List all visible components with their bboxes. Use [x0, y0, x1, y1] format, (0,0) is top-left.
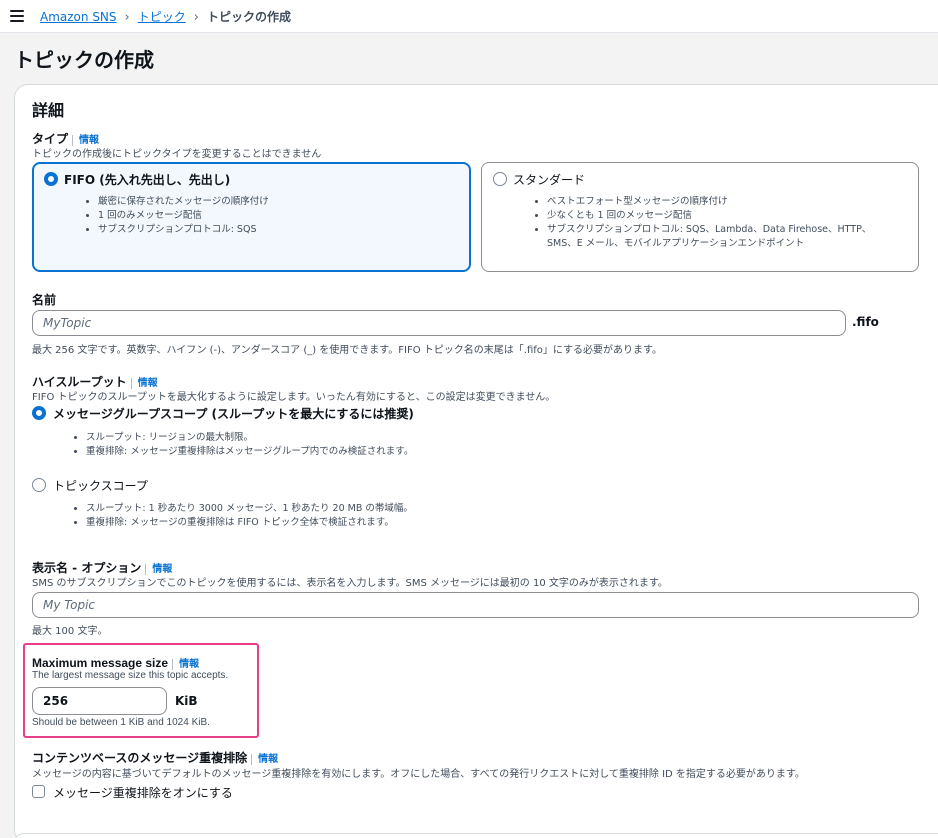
name-hint: 最大 256 文字です。英数字、ハイフン (-)、アンダースコア (_) を使用…: [32, 345, 663, 356]
group-scope-label[interactable]: メッセージグループスコープ (スループットを最大にするには推奨): [53, 405, 414, 422]
group-scope-radio[interactable]: [32, 406, 46, 420]
max-size-hint: Should be between 1 KiB and 1024 KiB.: [32, 717, 210, 728]
list-item: 厳密に保存されたメッセージの順序付け: [98, 195, 269, 209]
throughput-label: ハイスループット: [32, 375, 127, 389]
max-size-unit: KiB: [175, 694, 198, 708]
list-item: サブスクリプションプロトコル: SQS: [98, 223, 269, 237]
menu-icon[interactable]: [10, 10, 24, 22]
display-name-label: 表示名 - オプション: [32, 561, 142, 575]
group-scope-list: スループット: リージョンの最大制限。 重複排除: メッセージ重複排除はメッセー…: [74, 431, 413, 459]
dedup-description: メッセージの内容に基づいてデフォルトのメッセージ重複排除を有効にします。オフにし…: [32, 769, 805, 780]
list-item: サブスクリプションプロトコル: SQS、Lambda、Data Firehose…: [547, 223, 871, 237]
fifo-feature-list: 厳密に保存されたメッセージの順序付け 1 回のみメッセージ配信 サブスクリプショ…: [86, 195, 269, 237]
breadcrumb-current: トピックの作成: [206, 10, 291, 24]
fifo-radio[interactable]: [44, 172, 58, 186]
max-size-label: Maximum message size: [32, 656, 169, 670]
max-size-field-header: Maximum message size 情報: [32, 655, 200, 670]
top-navigation-bar: Amazon SNS › トピック › トピックの作成: [0, 0, 938, 33]
type-label: タイプ: [32, 132, 69, 146]
topic-scope-radio[interactable]: [32, 478, 46, 492]
display-name-input[interactable]: [32, 592, 919, 618]
breadcrumb-amazon-sns[interactable]: Amazon SNS: [40, 10, 117, 24]
name-input[interactable]: [32, 310, 846, 336]
topic-scope-label[interactable]: トピックスコープ: [53, 477, 148, 494]
standard-feature-list: ベストエフォート型メッセージの順序付け 少なくとも 1 回のメッセージ配信 サブ…: [535, 195, 871, 251]
dedup-field-header: コンテンツベースのメッセージ重複排除 情報: [32, 749, 279, 766]
list-item: 1 回のみメッセージ配信: [98, 209, 269, 223]
display-name-description: SMS のサブスクリプションでこのトピックを使用するには、表示名を入力します。S…: [32, 578, 668, 589]
topic-scope-list: スループット: 1 秒あたり 3000 メッセージ、1 秒あたり 20 MB の…: [74, 502, 413, 530]
max-size-input[interactable]: [32, 687, 167, 715]
chevron-right-icon: ›: [124, 10, 130, 25]
next-section-container: [14, 833, 938, 838]
page-title: トピックの作成: [14, 48, 154, 72]
fifo-label: FIFO (先入れ先出し、先出し): [64, 173, 231, 187]
dedup-info-link[interactable]: 情報: [251, 754, 279, 765]
breadcrumb: Amazon SNS › トピック › トピックの作成: [40, 8, 291, 25]
dedup-checkbox-label[interactable]: メッセージ重複排除をオンにする: [53, 784, 233, 801]
list-item: 少なくとも 1 回のメッセージ配信: [547, 209, 871, 223]
list-item-continuation: SMS、E メール、モバイルアプリケーションエンドポイント: [547, 238, 805, 249]
display-name-hint: 最大 100 文字。: [32, 626, 108, 637]
list-item: 重複排除: メッセージ重複排除はメッセージグループ内でのみ検証されます。: [86, 445, 413, 459]
details-heading: 詳細: [32, 101, 65, 120]
breadcrumb-topics[interactable]: トピック: [138, 10, 186, 24]
list-item: ベストエフォート型メッセージの順序付け: [547, 195, 871, 209]
max-size-description: The largest message size this topic acce…: [32, 670, 229, 681]
list-item: 重複排除: メッセージの重複排除は FIFO トピック全体で検証されます。: [86, 516, 413, 530]
name-label: 名前: [32, 293, 57, 307]
standard-radio[interactable]: [493, 172, 507, 186]
name-suffix: .fifo: [852, 315, 879, 329]
dedup-checkbox[interactable]: [32, 785, 45, 798]
type-description: トピックの作成後にトピックタイプを変更することはできません: [32, 149, 322, 160]
chevron-right-icon: ›: [193, 10, 199, 25]
max-size-info-link[interactable]: 情報: [172, 659, 200, 670]
list-item: スループット: 1 秒あたり 3000 メッセージ、1 秒あたり 20 MB の…: [86, 502, 413, 516]
list-item: スループット: リージョンの最大制限。: [86, 431, 413, 445]
standard-label: スタンダード: [513, 173, 586, 187]
dedup-label: コンテンツベースのメッセージ重複排除: [32, 751, 248, 765]
throughput-description: FIFO トピックのスループットを最大化するように設定します。いったん有効にする…: [32, 392, 556, 403]
